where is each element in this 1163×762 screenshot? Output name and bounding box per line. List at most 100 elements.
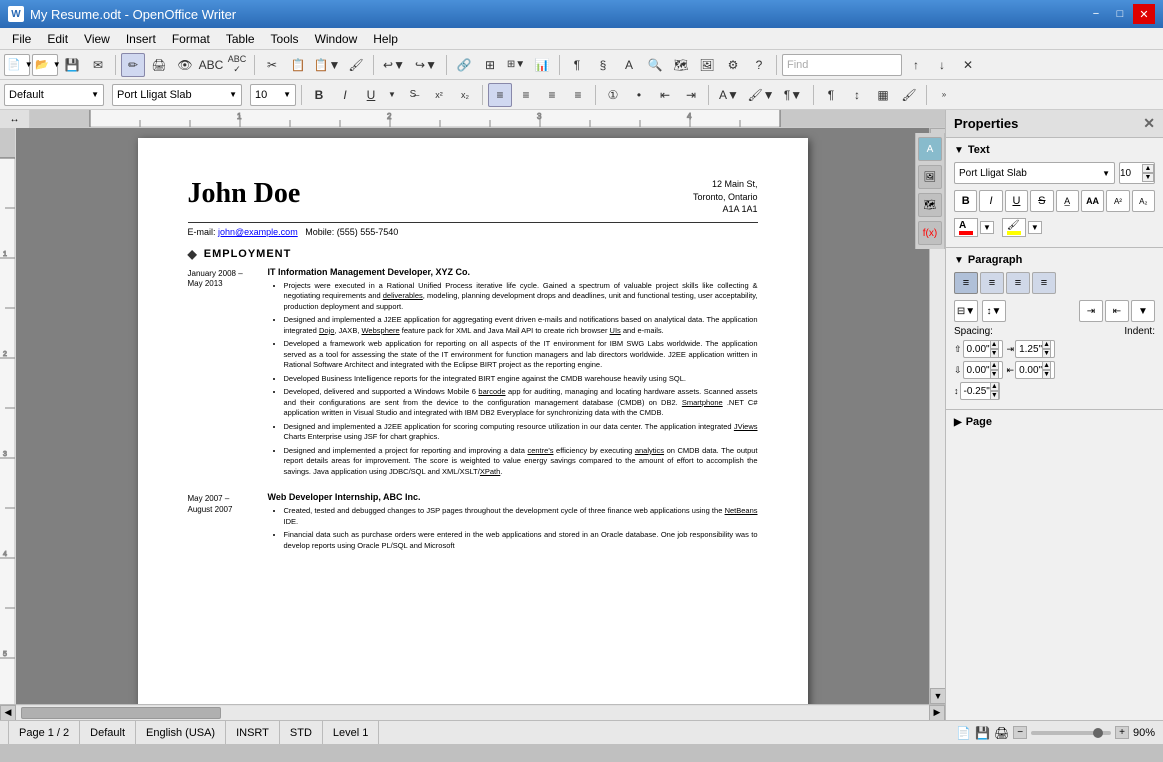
list-sp-down[interactable]: ▼	[990, 391, 999, 400]
linesp-button[interactable]: ↕	[845, 83, 869, 107]
status-print-btn[interactable]: 🖨	[994, 726, 1009, 740]
gallery-panel-icon[interactable]: 🖼	[918, 165, 942, 189]
italic-btn[interactable]: I	[979, 190, 1002, 212]
list-spacing-spinner[interactable]: ▲ ▼	[990, 382, 999, 400]
find-close-button[interactable]: ✕	[956, 53, 980, 77]
bullets-button[interactable]: •	[627, 83, 651, 107]
font-size-down[interactable]: ▼	[1142, 173, 1154, 182]
zoom-thumb[interactable]	[1093, 728, 1103, 738]
spellcheck-button[interactable]: ABC	[199, 53, 223, 77]
align-center-panel-btn[interactable]: ≡	[980, 272, 1004, 294]
fontwork-button[interactable]: A	[617, 53, 641, 77]
indent-more-button[interactable]: ⇥	[679, 83, 703, 107]
highlight-btn[interactable]: 🖌	[1002, 218, 1026, 237]
navigator-button[interactable]: 🗺	[669, 53, 693, 77]
strikethrough-button[interactable]: S̶	[401, 83, 425, 107]
scroll-right-button[interactable]: ▶	[929, 705, 945, 721]
below-down[interactable]: ▼	[990, 370, 999, 379]
indent-right-down[interactable]: ▼	[1042, 349, 1051, 358]
indent-right-spinner[interactable]: ▲ ▼	[1042, 340, 1051, 358]
indent-right-input[interactable]: 1.25" ▲ ▼	[1015, 340, 1055, 358]
functions-panel-icon[interactable]: f(x)	[918, 221, 942, 245]
strikethrough-btn[interactable]: S	[1030, 190, 1053, 212]
find-replace-button[interactable]: 🔍	[643, 53, 667, 77]
list-spacing-input[interactable]: -0.25" ▲ ▼	[960, 382, 1000, 400]
basic-button[interactable]: ⚙	[721, 53, 745, 77]
preview-button[interactable]: 👁	[173, 53, 197, 77]
font-family-dropdown[interactable]: Port Lligat Slab ▼	[954, 162, 1115, 184]
menu-table[interactable]: Table	[218, 30, 263, 48]
below-up[interactable]: ▲	[990, 361, 999, 370]
style-dropdown[interactable]: Default ▼	[4, 84, 104, 106]
menu-insert[interactable]: Insert	[118, 30, 164, 48]
fields-button[interactable]: §	[591, 53, 615, 77]
horizontal-scrollbar[interactable]: ◀ ▶	[0, 704, 945, 720]
align-center-button[interactable]: ≡	[514, 83, 538, 107]
find-input[interactable]: Find	[782, 54, 902, 76]
email-link[interactable]: john@example.com	[218, 227, 298, 237]
menu-help[interactable]: Help	[365, 30, 406, 48]
help-button[interactable]: ?	[747, 53, 771, 77]
underline-dropdown[interactable]: ▼	[385, 83, 399, 107]
menu-window[interactable]: Window	[307, 30, 366, 48]
above-input[interactable]: 0.00" ▲ ▼	[963, 340, 1003, 358]
list-sp-up[interactable]: ▲	[990, 382, 999, 391]
insert-table-button[interactable]: ⊞▼	[504, 53, 528, 77]
border-button[interactable]: ▦	[871, 83, 895, 107]
above-down[interactable]: ▼	[990, 349, 999, 358]
superscript-button[interactable]: x²	[427, 83, 451, 107]
menu-tools[interactable]: Tools	[263, 30, 307, 48]
toolbar-open-dropdown[interactable]: 📂▼	[32, 54, 58, 76]
bold-button[interactable]: B	[307, 83, 331, 107]
paste-button[interactable]: 📋▼	[312, 53, 342, 77]
uppercase-btn[interactable]: AA	[1081, 190, 1104, 212]
font-color-arrow[interactable]: ▼	[980, 221, 994, 234]
align-justify-button[interactable]: ≡	[566, 83, 590, 107]
font-size-spinner[interactable]: ▲ ▼	[1142, 164, 1154, 182]
clone-format-button[interactable]: 🖌	[344, 53, 368, 77]
font-color-dropdown[interactable]: A▼	[714, 83, 744, 107]
indent-below-input[interactable]: 0.00" ▲ ▼	[1015, 361, 1055, 379]
menu-file[interactable]: File	[4, 30, 39, 48]
undo-button[interactable]: ↩▼	[379, 53, 409, 77]
styles-button[interactable]: ¶	[565, 53, 589, 77]
highlight-arrow[interactable]: ▼	[1028, 221, 1042, 234]
zoom-in-button[interactable]: +	[1115, 726, 1129, 739]
indent-right-up[interactable]: ▲	[1042, 340, 1051, 349]
menu-format[interactable]: Format	[164, 30, 218, 48]
autocorrect-button[interactable]: ABC✓	[225, 53, 249, 77]
more-button[interactable]: »	[932, 83, 956, 107]
chart-button[interactable]: 📊	[530, 53, 554, 77]
align-left-button[interactable]: ≡	[488, 83, 512, 107]
align-right-button[interactable]: ≡	[540, 83, 564, 107]
bold-btn[interactable]: B	[954, 190, 977, 212]
window-controls[interactable]: − □ ✕	[1085, 4, 1155, 24]
menu-edit[interactable]: Edit	[39, 30, 76, 48]
indent-less-panel-btn[interactable]: ⇤	[1105, 300, 1129, 322]
page-section-header[interactable]: ▶ Page	[954, 416, 1155, 428]
scroll-down-button[interactable]: ▼	[930, 688, 945, 704]
navigator-panel-icon[interactable]: 🗺	[918, 193, 942, 217]
font-size-up[interactable]: ▲	[1142, 164, 1154, 173]
align-right-panel-btn[interactable]: ≡	[1006, 272, 1030, 294]
edit-mode-button[interactable]: ✏	[121, 53, 145, 77]
align-justify-panel-btn[interactable]: ≡	[1032, 272, 1056, 294]
menu-view[interactable]: View	[76, 30, 118, 48]
redo-button[interactable]: ↪▼	[411, 53, 441, 77]
document-scroll-area[interactable]: John Doe 12 Main St, Toronto, Ontario A1…	[16, 128, 929, 704]
copy-button[interactable]: 📋	[286, 53, 310, 77]
indent-less-button[interactable]: ⇤	[653, 83, 677, 107]
below-spinner[interactable]: ▲ ▼	[990, 361, 999, 379]
italic-button[interactable]: I	[333, 83, 357, 107]
zoom-out-button[interactable]: −	[1013, 726, 1027, 739]
above-up[interactable]: ▲	[990, 340, 999, 349]
linesp-panel-btn[interactable]: ↕▼	[982, 300, 1006, 322]
underline-button[interactable]: U	[359, 83, 383, 107]
indent-below-spinner[interactable]: ▲ ▼	[1042, 361, 1051, 379]
panel-close-button[interactable]: ✕	[1143, 115, 1155, 132]
shadow-btn[interactable]: A̲	[1056, 190, 1079, 212]
bgcolor-button[interactable]: 🖌	[897, 83, 921, 107]
print-button[interactable]: 🖨	[147, 53, 171, 77]
indent-below-down[interactable]: ▼	[1042, 370, 1051, 379]
underline-btn[interactable]: U	[1005, 190, 1028, 212]
